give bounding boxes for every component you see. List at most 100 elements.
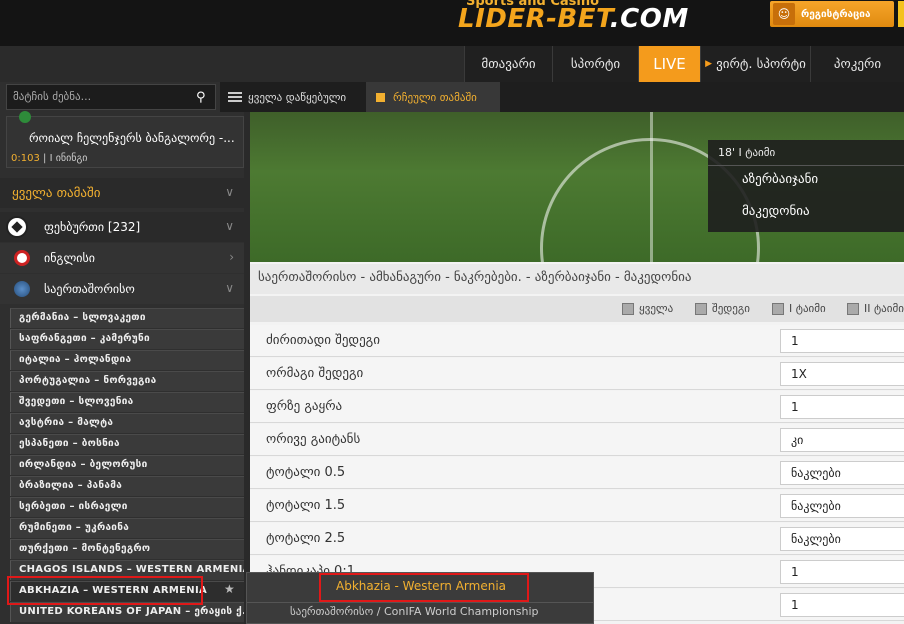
nav-virtual-sport[interactable]: ▶ ვირტ. სპორტი — [700, 46, 810, 82]
filter-all-checkbox[interactable]: ყველა — [622, 302, 673, 315]
bet-row: ორმაგი შედეგი 1X — [250, 358, 904, 390]
site-logo[interactable]: LIDER-BET.COM — [458, 4, 689, 34]
bet-row: ტოტალი 0.5 ნაკლები — [250, 457, 904, 489]
match-item[interactable]: ბრაზილია – პანამა — [10, 476, 244, 496]
filter-label: I ტაიმი — [789, 302, 826, 315]
match-item[interactable]: იტალია – ჰოლანდია — [10, 350, 244, 370]
checkbox-icon — [772, 302, 784, 315]
match-item[interactable]: ესპანეთი – ბოსნია — [10, 434, 244, 454]
play-arrow-icon: ▶ — [705, 59, 713, 69]
match-item[interactable]: თურქეთი – მონტენეგრო — [10, 539, 244, 559]
filter-label: ყველა — [639, 302, 674, 315]
bet-label: ორმაგი შედეგი — [266, 366, 364, 381]
team-away: მაკედონია — [742, 204, 810, 219]
bet-label: ტოტალი 2.5 — [266, 531, 346, 546]
match-item[interactable]: UNITED KOREANS OF JAPAN – ერაყის ქ... — [10, 602, 244, 622]
filter-first-half-checkbox[interactable]: I ტაიმი — [772, 302, 826, 315]
checkbox-icon — [695, 302, 707, 315]
user-add-icon: ☺ — [773, 3, 795, 25]
favorite-games-tab[interactable]: რჩეული თამაში — [366, 82, 500, 112]
menu-icon — [228, 92, 242, 102]
live-match-time: 0:103 | I ინინგი — [11, 153, 88, 164]
england-flag-icon — [14, 250, 30, 266]
match-item[interactable]: საფრანგეთი – კამერუნი — [10, 329, 244, 349]
sport-football[interactable]: ფეხბურთი [232] ∨ — [0, 212, 244, 242]
search-icon[interactable]: ⚲ — [196, 90, 206, 105]
highlight-box — [7, 576, 203, 605]
bet-row: ფრზე გაყრა 1 — [250, 391, 904, 423]
filter-second-half-checkbox[interactable]: II ტაიმი — [847, 302, 904, 315]
nav-live[interactable]: LIVE — [638, 46, 700, 82]
star-icon[interactable]: ★ — [224, 582, 235, 596]
all-started-toggle[interactable]: ყველა დაწყებული — [220, 82, 346, 112]
bet-select[interactable]: ნაკლები — [780, 494, 904, 518]
match-item[interactable]: პორტუგალია – ნორვეგია — [10, 371, 244, 391]
main-nav: მთავარი სპორტი LIVE ▶ ვირტ. სპორტი პოკერი — [464, 46, 904, 82]
filter-label: შედეგი — [712, 302, 750, 315]
top-header — [0, 0, 904, 46]
chevron-down-icon: ∨ — [225, 219, 234, 233]
breadcrumb: საერთაშორისო - ამხანაგური - ნაკრებები. -… — [250, 264, 904, 294]
register-button[interactable]: ☺ რეგისტრაცია — [770, 1, 894, 27]
square-icon — [376, 92, 385, 102]
chevron-right-icon: › — [229, 250, 234, 264]
bet-row: ძირითადი შედეგი 1 — [250, 325, 904, 357]
filter-label: II ტაიმი — [864, 302, 904, 315]
nav-home[interactable]: მთავარი — [464, 46, 552, 82]
scoreboard-time: 18' I ტაიმი — [718, 146, 776, 159]
match-item[interactable]: რუმინეთი – უკრაინა — [10, 518, 244, 538]
live-match-card[interactable]: როიალ ჩელენჯერს ბანგალორე -... 0:103 | I… — [6, 111, 244, 168]
highlight-box — [319, 573, 529, 602]
bet-label: ძირითადი შედეგი — [266, 333, 380, 348]
bet-select[interactable]: 1X — [780, 362, 904, 386]
bet-select[interactable]: 1 — [780, 395, 904, 419]
chevron-down-icon: ∨ — [225, 281, 234, 295]
nav-virtual-label: ვირტ. სპორტი — [716, 56, 806, 72]
login-button[interactable] — [898, 1, 904, 27]
country-international[interactable]: საერთაშორისო ∨ — [0, 274, 244, 304]
logo-text: LIDER-BET — [458, 4, 610, 34]
live-match-team: როიალ ჩელენჯერს ბანგალორე -... — [29, 131, 235, 145]
bet-select[interactable]: 1 — [780, 593, 904, 617]
bet-row: ტოტალი 2.5 ნაკლები — [250, 523, 904, 555]
bet-row: ორივე გაიტანს კი — [250, 424, 904, 456]
match-item[interactable]: გერმანია – სლოვაკეთი — [10, 308, 244, 328]
flag-icon — [19, 111, 31, 123]
nav-sport[interactable]: სპორტი — [552, 46, 638, 82]
bet-select[interactable]: 1 — [780, 560, 904, 584]
checkbox-icon — [847, 302, 859, 315]
divider — [246, 602, 594, 603]
bet-select[interactable]: კი — [780, 428, 904, 452]
bet-label: ტოტალი 1.5 — [266, 498, 346, 513]
bet-label: ორივე გაიტანს — [266, 432, 361, 447]
match-search-input[interactable]: მატჩის ძებნა... — [6, 84, 216, 110]
register-label: რეგისტრაცია — [801, 8, 871, 20]
bet-select[interactable]: 1 — [780, 329, 904, 353]
checkbox-icon — [622, 302, 634, 315]
halfway-line — [650, 112, 653, 262]
filter-result-checkbox[interactable]: შედეგი — [695, 302, 750, 315]
tooltip-competition: საერთაშორისო / ConIFA World Championship — [290, 605, 539, 618]
bet-select[interactable]: ნაკლები — [780, 527, 904, 551]
nav-poker[interactable]: პოკერი — [810, 46, 904, 82]
all-started-label: ყველა დაწყებული — [248, 90, 347, 104]
football-icon — [6, 216, 28, 238]
favorite-games-label: რჩეული თამაში — [393, 90, 477, 104]
match-item[interactable]: სერბეთი – ისრაელი — [10, 497, 244, 517]
match-period: I ინინგი — [49, 153, 88, 164]
bet-label: ტოტალი 0.5 — [266, 465, 346, 480]
bet-label: ფრზე გაყრა — [266, 399, 343, 414]
country-label: საერთაშორისო — [44, 282, 135, 296]
chevron-down-icon: ∨ — [225, 185, 234, 199]
team-home: აზერბაიჯანი — [742, 172, 819, 187]
match-item[interactable]: შვედეთი – სლოვენია — [10, 392, 244, 412]
bet-row: ტოტალი 1.5 ნაკლები — [250, 490, 904, 522]
bet-select[interactable]: ნაკლები — [780, 461, 904, 485]
match-item[interactable]: ირლანდია – ბელორუსი — [10, 455, 244, 475]
divider — [708, 165, 904, 166]
globe-icon — [14, 281, 30, 297]
match-item[interactable]: ავსტრია – მალტა — [10, 413, 244, 433]
match-clock: 0:103 — [11, 153, 40, 164]
country-england[interactable]: ინგლისი › — [0, 243, 244, 273]
all-games-toggle[interactable]: ყველა თამაში ∨ — [0, 178, 244, 208]
